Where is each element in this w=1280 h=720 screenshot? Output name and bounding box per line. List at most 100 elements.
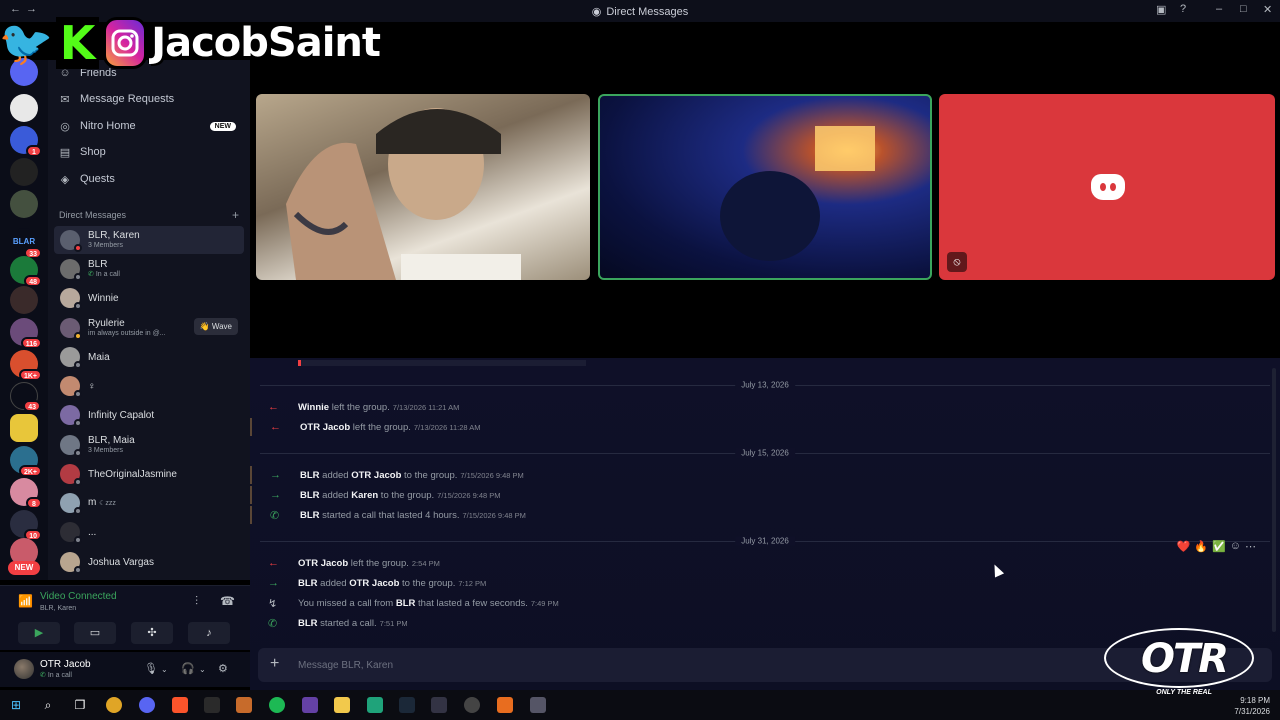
- date-divider: July 15, 2026: [260, 448, 1270, 458]
- soundboard-button[interactable]: ♪: [188, 622, 230, 644]
- streamer-name: JacobSaint: [151, 20, 381, 66]
- video-tile-no-camera[interactable]: ⦸: [939, 94, 1275, 280]
- dm-item-infinity-capalot[interactable]: Infinity Capalot: [54, 401, 244, 429]
- video-tile-speaking[interactable]: [598, 94, 932, 280]
- server-icon[interactable]: 43: [10, 382, 41, 412]
- search-icon[interactable]: ⌕: [40, 697, 56, 713]
- dm-item-unnamed[interactable]: ...: [54, 518, 244, 546]
- server-icon[interactable]: 2K+: [10, 446, 42, 477]
- server-icon[interactable]: [10, 286, 38, 314]
- app-icon[interactable]: [431, 697, 447, 713]
- wave-button[interactable]: 👋 Wave: [193, 318, 238, 335]
- minimize-icon[interactable]: –: [1216, 3, 1222, 15]
- reaction-heart[interactable]: ❤️: [1177, 540, 1191, 553]
- camera-button[interactable]: ▶: [18, 622, 60, 644]
- microphone-icon[interactable]: 🎙: [144, 662, 158, 675]
- server-icon[interactable]: [10, 94, 38, 122]
- avatar: [60, 464, 82, 486]
- avatar[interactable]: [14, 659, 34, 679]
- chevron-down-icon[interactable]: ⌄: [199, 665, 206, 674]
- nav-message-requests[interactable]: ✉ Message Requests: [58, 88, 244, 110]
- video-tile-participant[interactable]: [256, 94, 590, 280]
- task-view-icon[interactable]: ❐: [72, 697, 88, 713]
- server-icon[interactable]: [10, 190, 38, 218]
- nav-shop[interactable]: ▤ Shop: [58, 141, 244, 163]
- system-clock[interactable]: 9:18 PM 7/31/2026: [1234, 695, 1270, 717]
- disconnect-icon[interactable]: ☎: [220, 594, 235, 608]
- status-dot: [74, 478, 82, 486]
- voice-status-label[interactable]: Video Connected: [40, 591, 117, 602]
- dm-item-female-symbol[interactable]: ♀: [54, 372, 244, 400]
- settings-gear-icon[interactable]: ⚙: [218, 662, 228, 675]
- reaction-fire[interactable]: 🔥: [1194, 540, 1208, 553]
- missed-call-icon: ↯: [268, 597, 278, 610]
- server-icon[interactable]: 10: [10, 510, 42, 541]
- more-icon[interactable]: ⋯: [1245, 540, 1256, 553]
- app-icon[interactable]: [497, 697, 513, 713]
- server-icon[interactable]: 1: [10, 126, 42, 157]
- system-message: ↯ You missed a call from BLR that lasted…: [268, 597, 559, 610]
- avatar: [60, 522, 82, 544]
- activities-button[interactable]: ✣: [131, 622, 173, 644]
- server-icon[interactable]: 116: [10, 318, 42, 349]
- close-icon[interactable]: ✕: [1263, 3, 1272, 16]
- inbox-icon[interactable]: ▣: [1156, 3, 1166, 16]
- discord-taskbar-icon[interactable]: [139, 697, 155, 713]
- app-icon[interactable]: [367, 697, 383, 713]
- noise-suppression-icon[interactable]: ⫶: [195, 594, 198, 609]
- status-dot: [74, 419, 82, 427]
- server-icon[interactable]: [10, 158, 38, 186]
- server-icon[interactable]: 8: [10, 478, 42, 509]
- otr-watermark-logo: OTR ONLY THE REAL: [1104, 620, 1264, 696]
- headphones-icon[interactable]: 🎧: [181, 662, 195, 675]
- screen-share-button[interactable]: ▭: [74, 622, 116, 644]
- message-input[interactable]: [298, 648, 1098, 682]
- dm-item-blr[interactable]: BLR ✆ In a call: [54, 255, 244, 283]
- chevron-down-icon[interactable]: ⌄: [161, 665, 168, 674]
- dm-item-ryulerie[interactable]: Ryulerie im always outside in @... 👋 Wave: [54, 314, 244, 342]
- server-icon[interactable]: 1K+: [10, 350, 42, 381]
- windows-start-icon[interactable]: ⊞: [8, 697, 24, 713]
- create-dm-plus-icon[interactable]: +: [232, 208, 239, 222]
- dm-item-blr-karen[interactable]: BLR, Karen 3 Members: [54, 226, 244, 254]
- dm-item-blr-maia[interactable]: BLR, Maia 3 Members: [54, 431, 244, 459]
- join-arrow-icon: →: [270, 489, 281, 501]
- dm-item-m[interactable]: m ☾zzz: [54, 489, 244, 517]
- help-icon[interactable]: ?: [1180, 3, 1186, 15]
- brave-icon[interactable]: [172, 697, 188, 713]
- status-dot: [74, 332, 82, 340]
- avatar: [60, 405, 82, 427]
- obs-icon[interactable]: [464, 697, 480, 713]
- emoji-add-icon[interactable]: ☺: [1230, 540, 1241, 553]
- maximize-icon[interactable]: □: [1240, 3, 1247, 15]
- file-explorer-icon[interactable]: [334, 697, 350, 713]
- voice-channel-name[interactable]: BLR, Karen: [40, 605, 76, 612]
- attach-plus-icon[interactable]: +: [270, 655, 279, 673]
- signal-icon[interactable]: 📶: [18, 594, 33, 608]
- dm-item-theoriginaljasmine[interactable]: TheOriginalJasmine: [54, 460, 244, 488]
- epic-games-icon[interactable]: [204, 697, 220, 713]
- message-hover-toolbar: ❤️ 🔥 ✅ ☺ ⋯: [1177, 540, 1256, 553]
- spotify-icon[interactable]: [269, 697, 285, 713]
- avatar: [60, 435, 82, 457]
- server-icon[interactable]: BLAR 33: [10, 228, 42, 259]
- dm-item-maia[interactable]: Maia: [54, 343, 244, 371]
- steam-icon[interactable]: [399, 697, 415, 713]
- twitch-icon[interactable]: [302, 697, 318, 713]
- dm-item-winnie[interactable]: Winnie: [54, 284, 244, 312]
- leave-arrow-icon: ←: [268, 557, 279, 569]
- server-icon[interactable]: 48: [10, 256, 42, 287]
- chat-scrollbar[interactable]: [1272, 368, 1276, 632]
- taskbar: ⊞ ⌕ ❐ 9:18 PM 7/31/2026: [0, 690, 1280, 720]
- reaction-check[interactable]: ✅: [1212, 540, 1226, 553]
- server-icon[interactable]: [10, 414, 38, 442]
- camera-app-icon[interactable]: [530, 697, 546, 713]
- nav-quests[interactable]: ◈ Quests: [58, 168, 244, 190]
- avatar: [60, 259, 82, 281]
- dm-item-joshua-vargas[interactable]: Joshua Vargas: [54, 548, 244, 576]
- username[interactable]: OTR Jacob: [40, 659, 91, 670]
- app-icon[interactable]: [236, 697, 252, 713]
- chrome-icon[interactable]: [106, 697, 122, 713]
- nav-nitro-home[interactable]: ◎ Nitro Home NEW: [58, 115, 244, 137]
- new-unreads-pill[interactable]: NEW: [8, 561, 40, 575]
